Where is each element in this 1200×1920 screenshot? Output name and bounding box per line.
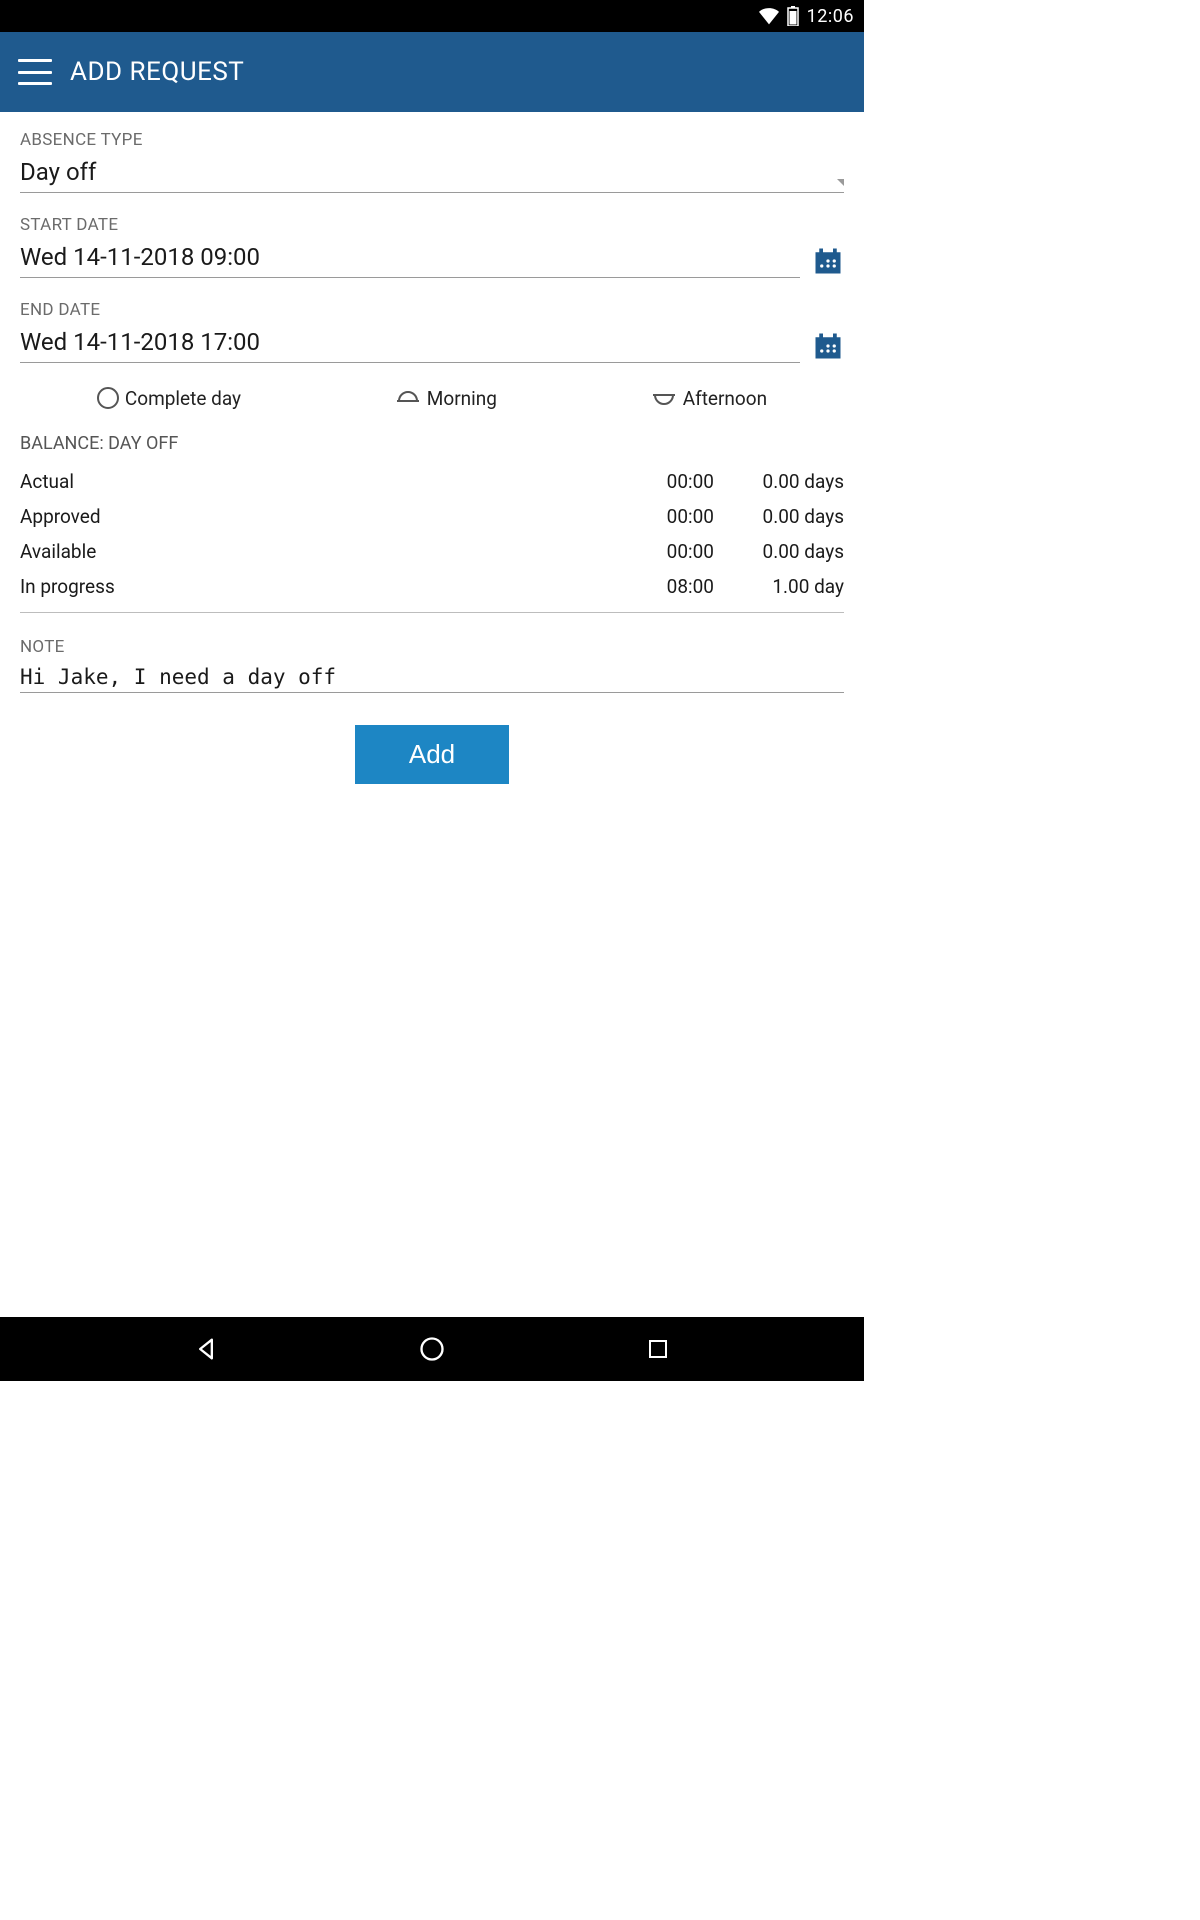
balance-row: Actual00:000.00 days (20, 464, 844, 499)
start-date-block: START DATE Wed 14-11-2018 09:00 (20, 215, 844, 278)
balance-row: Approved00:000.00 days (20, 499, 844, 534)
balance-row-days: 0.00 days (714, 464, 844, 499)
start-date-label: START DATE (20, 215, 844, 235)
daypart-afternoon-label: Afternoon (683, 387, 767, 410)
daypart-afternoon[interactable]: Afternoon (651, 385, 767, 411)
app-bar: ADD REQUEST (0, 32, 864, 112)
recent-icon (646, 1337, 670, 1361)
note-label: NOTE (20, 637, 844, 657)
morning-icon (395, 385, 421, 411)
balance-row-label: In progress (20, 569, 594, 604)
end-date-value: Wed 14-11-2018 17:00 (20, 328, 260, 356)
page-title: ADD REQUEST (70, 57, 244, 87)
balance-section: BALANCE: DAY OFF Actual00:000.00 daysApp… (20, 433, 844, 613)
balance-row-label: Actual (20, 464, 594, 499)
start-date-calendar-button[interactable] (812, 244, 844, 278)
daypart-morning[interactable]: Morning (395, 385, 497, 411)
add-button[interactable]: Add (355, 725, 509, 784)
balance-table: Actual00:000.00 daysApproved00:000.00 da… (20, 464, 844, 604)
nav-back-button[interactable] (186, 1329, 226, 1369)
end-date-label: END DATE (20, 300, 844, 320)
start-date-value: Wed 14-11-2018 09:00 (20, 243, 260, 271)
calendar-icon (813, 246, 843, 276)
balance-row-days: 0.00 days (714, 534, 844, 569)
nav-home-button[interactable] (412, 1329, 452, 1369)
daypart-options: Complete day Morning Afternoon (20, 385, 844, 411)
balance-row-hours: 00:00 (594, 464, 714, 499)
absence-type-block: ABSENCE TYPE Day off (20, 130, 844, 193)
absence-type-value: Day off (20, 158, 96, 186)
end-date-block: END DATE Wed 14-11-2018 17:00 (20, 300, 844, 363)
start-date-input[interactable]: Wed 14-11-2018 09:00 (20, 241, 800, 278)
balance-row-label: Approved (20, 499, 594, 534)
nav-recent-button[interactable] (638, 1329, 678, 1369)
balance-row-hours: 08:00 (594, 569, 714, 604)
android-nav-bar (0, 1317, 864, 1381)
balance-row: Available00:000.00 days (20, 534, 844, 569)
home-icon (418, 1335, 446, 1363)
note-block: NOTE Hi Jake, I need a day off (20, 637, 844, 697)
balance-row-hours: 00:00 (594, 534, 714, 569)
note-input[interactable]: Hi Jake, I need a day off (20, 663, 844, 693)
wifi-icon (759, 7, 779, 25)
balance-row-label: Available (20, 534, 594, 569)
daypart-morning-label: Morning (427, 387, 497, 410)
menu-icon[interactable] (18, 59, 52, 85)
status-time: 12:06 (807, 6, 854, 27)
balance-title: BALANCE: DAY OFF (20, 433, 844, 454)
form-content: ABSENCE TYPE Day off START DATE Wed 14-1… (0, 112, 864, 1317)
balance-row: In progress08:001.00 day (20, 569, 844, 604)
end-date-input[interactable]: Wed 14-11-2018 17:00 (20, 326, 800, 363)
radio-icon (97, 387, 119, 409)
divider (20, 612, 844, 613)
balance-row-hours: 00:00 (594, 499, 714, 534)
android-status-bar: 12:06 (0, 0, 864, 32)
battery-icon (787, 6, 799, 26)
balance-row-days: 0.00 days (714, 499, 844, 534)
chevron-down-icon (837, 179, 844, 186)
daypart-complete-label: Complete day (125, 387, 241, 410)
afternoon-icon (651, 385, 677, 411)
absence-type-select[interactable]: Day off (20, 156, 844, 193)
back-icon (192, 1335, 220, 1363)
balance-row-days: 1.00 day (714, 569, 844, 604)
absence-type-label: ABSENCE TYPE (20, 130, 844, 150)
daypart-complete-day[interactable]: Complete day (97, 387, 241, 410)
calendar-icon (813, 331, 843, 361)
end-date-calendar-button[interactable] (812, 329, 844, 363)
